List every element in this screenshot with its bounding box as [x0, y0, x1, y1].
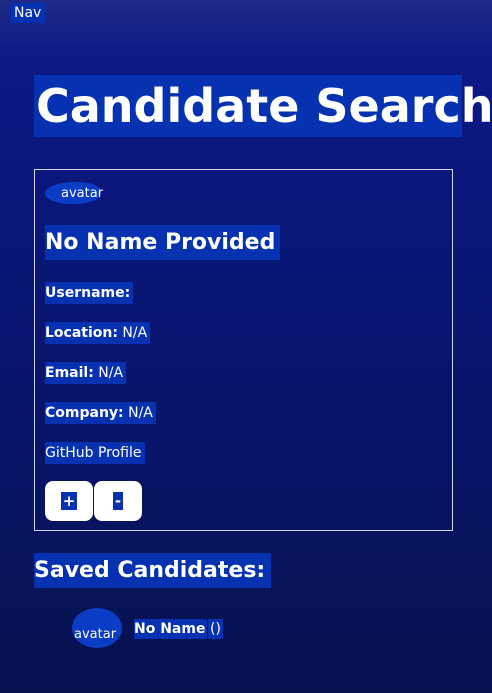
- company-label: Company:: [45, 405, 124, 421]
- email-value: N/A: [98, 365, 124, 381]
- email-field: Email: N/A: [45, 362, 127, 384]
- saved-candidate-name: No Name: [134, 619, 208, 639]
- saved-candidate-item: avatar No Name (): [0, 608, 492, 650]
- avatar-alt-text: avatar: [74, 627, 117, 642]
- username-field: Username:: [45, 282, 134, 304]
- username-label: Username:: [45, 285, 131, 301]
- plus-icon: +: [60, 492, 78, 510]
- minus-icon: -: [112, 492, 124, 510]
- company-value: N/A: [128, 405, 153, 421]
- candidate-card: avatar No Name Provided Username: Locati…: [34, 169, 453, 531]
- reject-candidate-button[interactable]: -: [94, 481, 142, 521]
- candidate-name: No Name Provided: [45, 225, 281, 260]
- avatar: avatar: [45, 182, 104, 204]
- github-profile-link[interactable]: GitHub Profile: [45, 442, 145, 464]
- avatar-alt-text: avatar: [61, 186, 104, 201]
- add-candidate-button[interactable]: +: [45, 481, 93, 521]
- location-value: N/A: [122, 325, 148, 341]
- location-field: Location: N/A: [45, 322, 151, 344]
- location-label: Location:: [45, 325, 118, 341]
- nav-link[interactable]: Nav: [10, 3, 46, 23]
- saved-candidate-extra: (): [208, 619, 223, 639]
- saved-candidates-title: Saved Candidates:: [34, 553, 272, 588]
- page-title: Candidate Search: [34, 75, 492, 137]
- company-field: Company: N/A: [45, 402, 156, 424]
- avatar: avatar: [72, 608, 122, 648]
- email-label: Email:: [45, 365, 94, 381]
